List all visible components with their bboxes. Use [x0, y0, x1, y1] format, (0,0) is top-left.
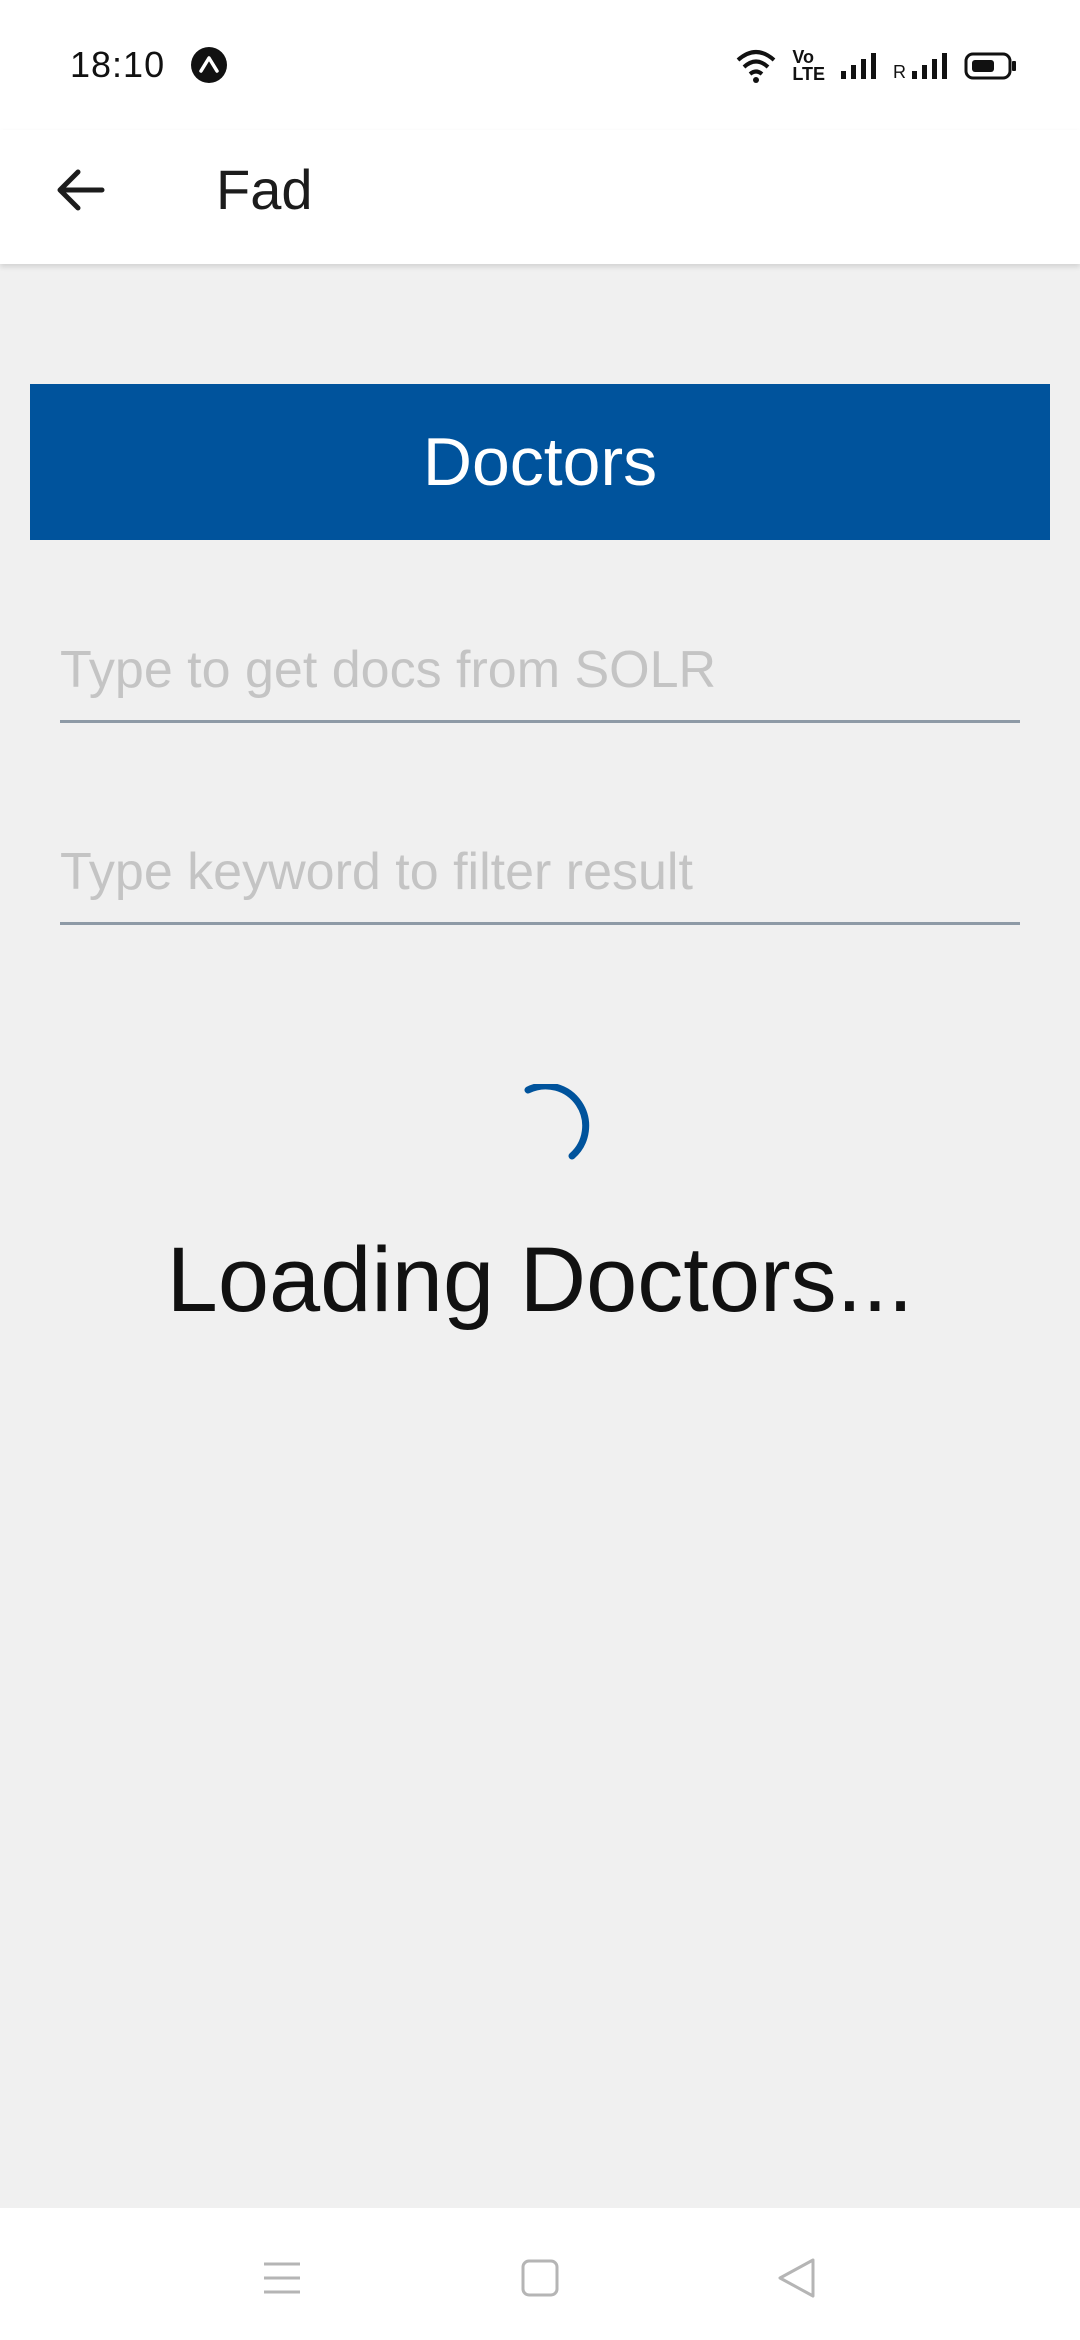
solr-search-input[interactable] [60, 620, 1020, 720]
system-nav-bar [0, 2208, 1080, 2340]
expo-app-icon [191, 47, 227, 83]
roaming-label: R [893, 61, 906, 82]
solr-search-field [60, 620, 1020, 723]
app-bar: Fad [0, 130, 1080, 264]
keyword-filter-field [60, 822, 1020, 925]
back-nav-button[interactable] [756, 2238, 836, 2318]
volte-icon: Vo LTE [792, 48, 825, 84]
status-time: 18:10 [70, 44, 166, 85]
back-button[interactable] [40, 150, 120, 230]
arrow-left-icon [57, 169, 105, 211]
status-icons: Vo LTE R [734, 46, 1018, 86]
signal-icon [841, 53, 876, 79]
home-button[interactable] [500, 2238, 580, 2318]
signal-roaming-icon [912, 53, 947, 79]
keyword-filter-input[interactable] [60, 822, 1020, 922]
menu-icon [264, 2262, 300, 2294]
status-bar: 18:10 Vo LTE R [0, 0, 1080, 130]
battery-icon [964, 52, 1016, 80]
wifi-icon [737, 50, 776, 83]
page-title: Fad [216, 158, 313, 221]
home-square-icon [521, 2259, 559, 2297]
doctors-button[interactable]: Doctors [30, 384, 1050, 540]
loading-spinner-icon [524, 1084, 590, 1160]
back-triangle-icon [778, 2258, 815, 2298]
loading-text: Loading Doctors... [166, 1229, 914, 1331]
recent-apps-button[interactable] [242, 2238, 322, 2318]
volte-bottom-label: LTE [792, 64, 825, 84]
